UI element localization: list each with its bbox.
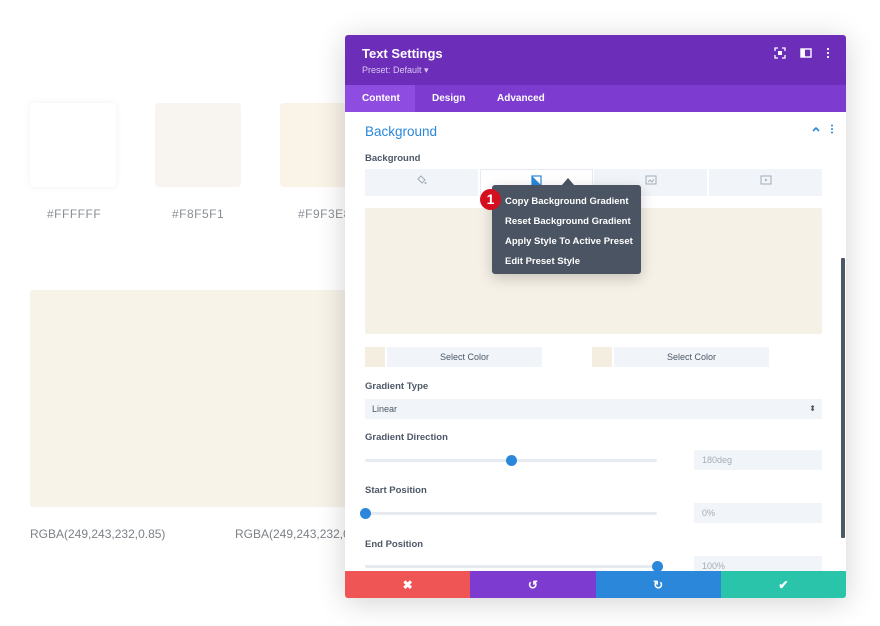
gradient-direction-label: Gradient Direction [365, 432, 448, 443]
redo-button[interactable]: ↻ [595, 571, 721, 598]
bg-tab-color[interactable] [365, 169, 478, 196]
cancel-button[interactable]: ✖ [345, 571, 471, 598]
image-icon [645, 175, 657, 188]
step-number-badge: 1 [480, 189, 501, 210]
slider-thumb[interactable] [652, 561, 663, 571]
undo-button[interactable]: ↺ [470, 571, 596, 598]
swatch-label: #F8F5F1 [172, 207, 225, 221]
swatch-f8f5f1 [155, 103, 241, 187]
gradient-direction-input[interactable]: 180deg [694, 450, 822, 470]
menu-item-apply-style-to-active-preset[interactable]: Apply Style To Active Preset [492, 232, 641, 252]
swatch-white [30, 103, 116, 187]
gradient-type-label: Gradient Type [365, 381, 429, 392]
gradient-direction-slider[interactable] [365, 455, 657, 466]
slider-thumb[interactable] [360, 508, 371, 519]
start-position-label: Start Position [365, 485, 427, 496]
menu-item-edit-preset-style[interactable]: Edit Preset Style [492, 252, 641, 272]
redo-icon: ↻ [653, 577, 664, 592]
tab-content[interactable]: Content [345, 85, 415, 112]
expand-icon[interactable] [773, 47, 787, 61]
paint-bucket-icon [416, 175, 427, 188]
select-color-start-button[interactable]: Select Color [387, 347, 542, 367]
start-position-input[interactable]: 0% [694, 503, 822, 523]
sidebar-layout-icon[interactable] [799, 47, 813, 61]
chevron-up-icon[interactable] [811, 124, 821, 137]
background-field-label: Background [365, 153, 421, 164]
gradient-color-swatch-end[interactable] [592, 347, 612, 367]
menu-item-copy-background-gradient[interactable]: Copy Background Gradient [492, 192, 641, 212]
menu-item-reset-background-gradient[interactable]: Reset Background Gradient [492, 212, 641, 232]
text-settings-modal: Text Settings Preset: Default ▾ Content … [345, 35, 846, 598]
more-options-icon[interactable] [821, 47, 835, 61]
rgba-label: RGBA(249,243,232,0.85) [30, 527, 166, 541]
modal-body: Background Background Select Color Selec… [345, 112, 846, 571]
modal-footer: ✖ ↺ ↻ ✔ [345, 571, 846, 598]
large-swatch [30, 290, 360, 507]
end-position-input[interactable]: 100% [694, 556, 822, 571]
rgba-label: RGBA(249,243,232,0 [235, 527, 350, 541]
gradient-type-select[interactable]: Linear ⬍ [365, 399, 822, 419]
modal-title: Text Settings [362, 46, 443, 61]
select-arrows-icon: ⬍ [809, 404, 816, 413]
modal-scrollbar[interactable] [841, 258, 845, 538]
modal-tabs: Content Design Advanced [345, 85, 846, 112]
end-position-label: End Position [365, 539, 424, 550]
start-position-slider[interactable] [360, 508, 657, 519]
preset-dropdown[interactable]: Preset: Default ▾ [362, 65, 429, 76]
swatch-label: #F9F3E8 [298, 207, 351, 221]
section-options-icon[interactable] [829, 124, 835, 137]
tab-design[interactable]: Design [415, 85, 482, 112]
context-menu-arrow [562, 178, 574, 185]
video-icon [760, 175, 772, 188]
bg-tab-video[interactable] [709, 169, 822, 196]
section-title[interactable]: Background [365, 124, 437, 139]
check-icon: ✔ [778, 577, 789, 592]
swatch-label: #FFFFFF [47, 207, 102, 221]
save-button[interactable]: ✔ [720, 571, 846, 598]
modal-header: Text Settings Preset: Default ▾ [345, 35, 846, 85]
tab-advanced[interactable]: Advanced [480, 85, 562, 112]
select-color-end-button[interactable]: Select Color [614, 347, 769, 367]
slider-thumb[interactable] [506, 455, 517, 466]
context-menu: Copy Background Gradient Reset Backgroun… [492, 185, 641, 274]
end-position-slider[interactable] [365, 561, 663, 571]
undo-icon: ↺ [527, 577, 538, 592]
close-icon: ✖ [402, 577, 413, 592]
gradient-type-value: Linear [372, 404, 398, 414]
gradient-color-swatch-start[interactable] [365, 347, 385, 367]
